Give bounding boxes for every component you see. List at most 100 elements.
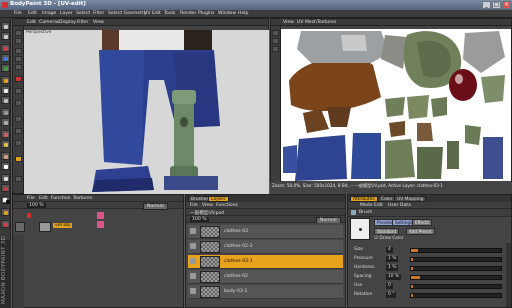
viewport-menu-filter[interactable]: Filter [77,20,88,25]
magic-wand-tool-icon[interactable] [1,130,10,138]
menu-uv-edit[interactable]: UV Edit [144,11,161,16]
tab-color[interactable]: Color [378,195,396,202]
object-name[interactable]: ver.obj [53,223,73,228]
minimize-button[interactable]: _ [482,1,491,9]
tab-uv-mapping[interactable]: UV Mapping [394,195,427,202]
effects-tab[interactable]: Effects [412,219,433,226]
setting-slider[interactable] [410,274,502,280]
clone-tool-icon[interactable] [1,140,10,148]
menu-edit[interactable]: Edit [28,11,37,16]
setting-value-field[interactable]: 4 [386,247,393,253]
record-icon[interactable] [15,76,22,82]
menu-select[interactable]: Select [76,11,90,16]
layer-row[interactable]: clothes-02-2 [188,240,343,254]
standard-dropdown[interactable]: Standard [374,228,400,235]
layout-tool-icon[interactable] [1,208,10,216]
viewport-menu-cameras[interactable]: Cameras [39,20,59,25]
layers-menu-file[interactable]: File [190,203,198,208]
fill-tool-icon[interactable] [1,96,10,104]
opacity-field[interactable]: 100 % [190,216,209,222]
menu-file[interactable]: File [14,11,22,16]
menu-filter[interactable]: Filter [93,11,104,16]
color-swatch-icon[interactable] [1,196,10,204]
uv-brush-icon[interactable] [272,30,279,36]
selection-tool-icon[interactable] [1,108,10,116]
tab-attributes[interactable]: Attributes [350,195,378,202]
viewport-menu-edit[interactable]: Edit [27,20,36,25]
uv-move-icon[interactable] [272,38,279,44]
text-tool-icon[interactable] [1,162,10,170]
add-preset-button[interactable]: Add Preset [406,228,435,235]
edge-select-icon[interactable] [15,128,22,134]
uv-point-tool-icon[interactable] [1,184,10,192]
visibility-icon[interactable] [190,228,196,234]
layer-row[interactable]: body-03-1 [188,285,343,299]
close-button[interactable]: × [502,1,511,9]
tab-layers[interactable]: Layers [208,195,229,202]
render-tool-icon[interactable] [1,220,10,228]
redo-tool-icon[interactable] [1,32,10,40]
visibility-icon[interactable] [190,258,196,264]
uv-menu-view[interactable]: View [283,20,294,25]
zoom-field[interactable]: 100 % [27,202,46,208]
menu-layer[interactable]: Layer [60,11,73,16]
maximize-button[interactable]: □ [492,1,501,9]
setting-slider[interactable] [410,256,502,262]
rotate-view-icon[interactable] [15,64,22,70]
uv-menu-textures[interactable]: Textures [317,20,336,25]
visibility-icon[interactable] [190,273,196,279]
attributes-menu-edit[interactable]: Edit [374,203,383,208]
smear-tool-icon[interactable] [1,152,10,160]
attributes-menu-mode[interactable]: Mode [360,203,373,208]
layers-menu-view[interactable]: View [202,203,213,208]
setting-value-field[interactable]: 10 % [386,274,402,280]
viewport-menu-display[interactable]: Display [59,20,76,25]
channel-tool-icon[interactable] [15,100,22,106]
eraser-tool-icon[interactable] [1,86,10,94]
projection-icon[interactable] [15,156,22,162]
point-select-icon[interactable] [15,140,22,146]
move-view-icon[interactable] [15,48,22,54]
layer-row[interactable]: clothes-03 [188,225,343,239]
setting-value-field[interactable]: 0 [386,283,393,289]
hide-icon[interactable] [15,176,22,182]
objects-menu-textures[interactable]: Textures [73,196,92,201]
menu-render[interactable]: Render [180,11,196,16]
viewport-menu-view[interactable]: View [93,20,104,25]
polygon-select-icon[interactable] [15,116,22,122]
setting-slider[interactable] [410,292,502,298]
menu-image[interactable]: Image [42,11,56,16]
zoom-view-icon[interactable] [15,56,22,62]
brush-tool-icon[interactable] [15,30,22,36]
menu-window[interactable]: Window [218,11,236,16]
uv-texture-canvas[interactable] [281,29,511,181]
move-tool-icon[interactable] [1,44,10,52]
perspective-render[interactable] [24,30,269,194]
objects-menu-file[interactable]: File [27,196,35,201]
undo-tool-icon[interactable] [1,22,10,30]
lasso-tool-icon[interactable] [1,118,10,126]
setting-value-field[interactable]: 1 % [386,265,399,271]
menu-tools[interactable]: Tools [164,11,175,16]
visibility-icon[interactable] [190,288,196,294]
mode-dropdown[interactable]: Normal [143,202,168,210]
visibility-icon[interactable] [190,243,196,249]
scale-tool-icon[interactable] [1,54,10,62]
uv-menu-uv-mesh[interactable]: UV Mesh [297,20,317,25]
setting-value-field[interactable]: 1 % [386,256,399,262]
layer-tool-icon[interactable] [15,88,22,94]
menu-plugins[interactable]: Plugins [198,11,214,16]
setting-slider[interactable] [410,283,502,289]
draw-color-checkbox[interactable]: ☑ Draw Color [374,236,404,241]
layer-row-active[interactable]: clothes-03-1 [188,255,343,269]
uv-zoom-icon[interactable] [272,46,279,52]
objects-menu-edit[interactable]: Edit [39,196,48,201]
attributes-menu-user-data[interactable]: User Data [388,203,411,208]
setting-value-field[interactable]: 0 ° [386,292,397,298]
layers-menu-functions[interactable]: Functions [216,203,238,208]
menu-select-geometry[interactable]: Select Geometry [108,11,147,16]
layer-row[interactable]: clothes-02 [188,270,343,284]
rotate-tool-icon[interactable] [1,64,10,72]
eyedropper-tool-icon[interactable] [15,38,22,44]
objects-menu-function[interactable]: Function [51,196,71,201]
